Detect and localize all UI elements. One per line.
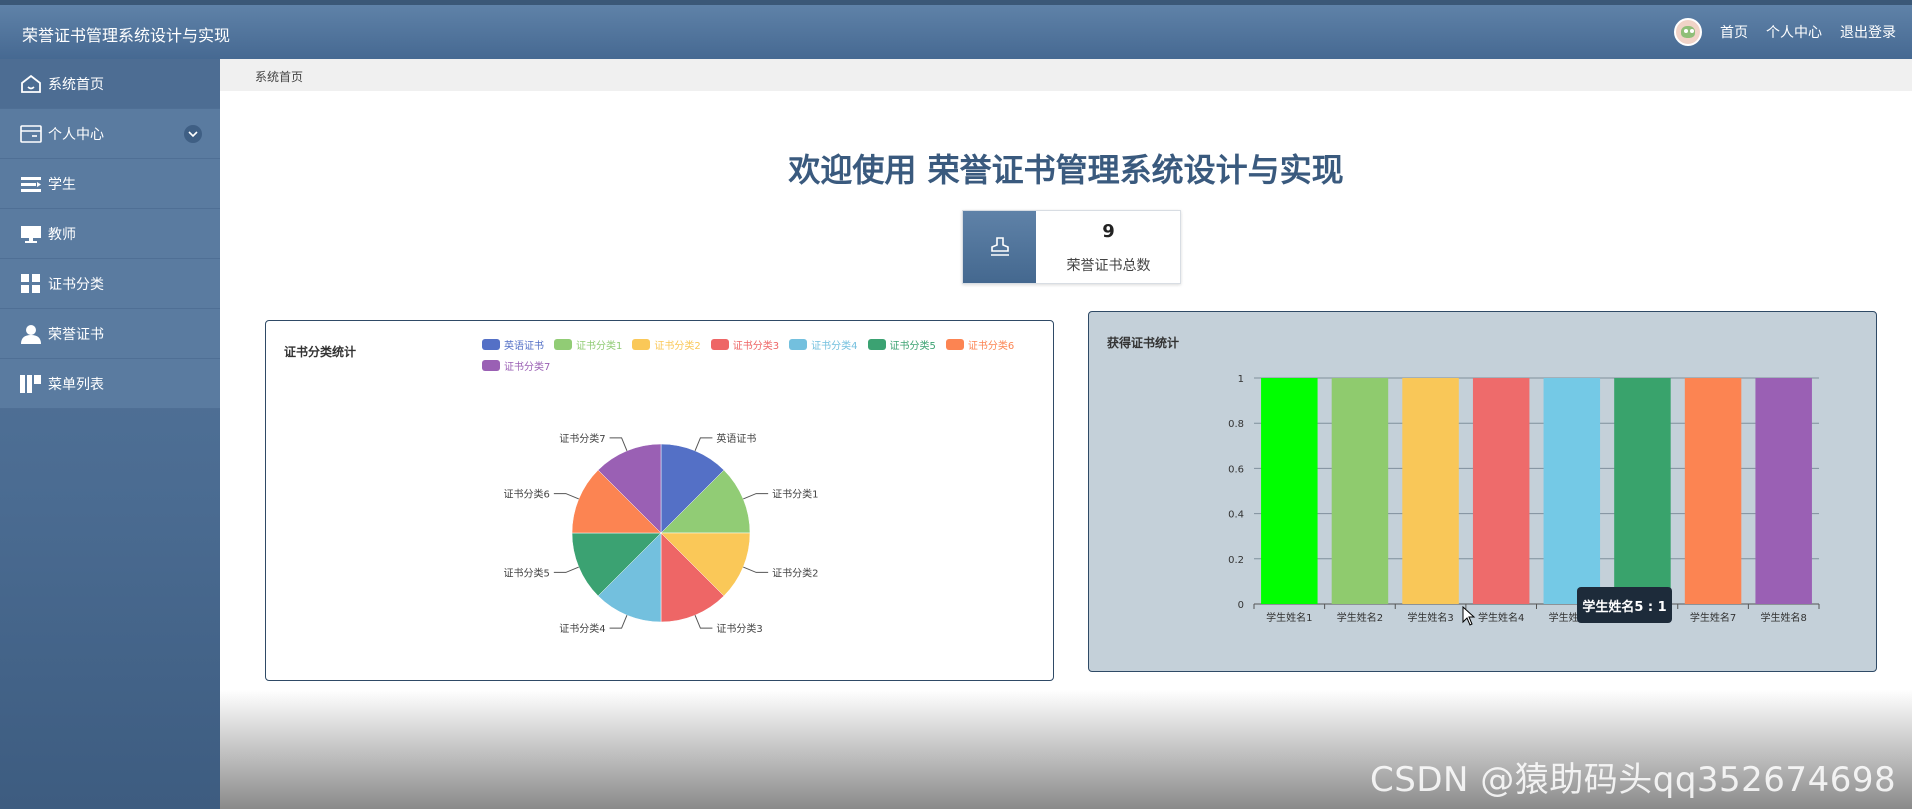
bar[interactable] — [1614, 378, 1671, 604]
sidebar-item-certificate-category[interactable]: 证书分类 — [0, 259, 220, 309]
pie-slice-label: 英语证书 — [716, 432, 756, 445]
bar[interactable] — [1755, 378, 1812, 604]
pie-label-line — [743, 493, 769, 500]
pie-slice-label: 证书分类4 — [559, 622, 605, 635]
sidebar: 系统首页 个人中心 学生 教师 证书分类 荣誉证书 菜单列表 — [0, 59, 220, 809]
pie-label-line — [609, 437, 628, 451]
watermark: CSDN @猿助码头qq352674698 — [1370, 760, 1897, 800]
pie-label-line — [694, 615, 713, 629]
chevron-down-icon[interactable] — [184, 125, 202, 143]
y-tick-label: 0.6 — [1228, 464, 1244, 475]
pie-slice-label: 证书分类3 — [716, 622, 762, 635]
pie-slice-label: 证书分类7 — [559, 432, 605, 445]
y-tick-label: 0.8 — [1228, 419, 1244, 430]
sidebar-item-honor-certificate[interactable]: 荣誉证书 — [0, 309, 220, 359]
pie-chart: 英语证书证书分类1 证书分类2 证书分类3 证书分类4 证书分类5 证书分类6 证书分类7 — [503, 432, 818, 635]
sidebar-item-home[interactable]: 系统首页 — [0, 59, 220, 109]
x-tick-label: 学生姓名8 — [1761, 611, 1807, 624]
app-title: 荣誉证书管理系统设计与实现 — [22, 26, 231, 45]
x-tick-label: 学生姓名7 — [1690, 611, 1736, 624]
bar[interactable] — [1402, 378, 1459, 604]
sidebar-item-label: 菜单列表 — [48, 376, 104, 393]
x-tick-label: 学生姓名4 — [1478, 611, 1524, 624]
avatar[interactable] — [1674, 18, 1702, 46]
pie-slice-label: 证书分类1 — [772, 488, 818, 501]
stat-label: 荣誉证书总数 — [1066, 258, 1151, 274]
breadcrumb-item[interactable]: 系统首页 — [255, 68, 303, 85]
stamp-icon — [963, 211, 1036, 283]
wallet-icon — [20, 123, 42, 145]
sidebar-item-label: 个人中心 — [48, 126, 104, 143]
sidebar-item-student[interactable]: 学生 — [0, 159, 220, 209]
top-navbar: 荣誉证书管理系统设计与实现 首页 个人中心 退出登录 — [0, 0, 1912, 59]
user-icon — [20, 323, 42, 345]
bar-chart-panel: 获得证书统计 0 0.2 0.4 0.6 0.8 1 学生姓名1 学生姓名2 学生姓名3 学生姓名… — [1088, 311, 1877, 672]
pie-slice-label: 证书分类6 — [503, 488, 549, 501]
bar[interactable] — [1543, 378, 1601, 604]
sidebar-item-personal-center[interactable]: 个人中心 — [0, 109, 220, 159]
home-icon — [20, 73, 42, 95]
sidebar-item-label: 系统首页 — [48, 76, 104, 93]
y-tick-label: 0.2 — [1228, 555, 1244, 566]
sidebar-item-menu-list[interactable]: 菜单列表 — [0, 359, 220, 409]
stat-card: 9 荣誉证书总数 — [962, 210, 1181, 284]
pie-chart-panel: 证书分类统计 英语证书 证书分类1 证书分类2 证书分类3 证书分类4 证书分类5 证书分类… — [265, 320, 1054, 681]
monitor-icon — [20, 223, 42, 245]
book-icon — [20, 373, 42, 395]
pie-label-line — [694, 437, 713, 451]
top-right-menu: 首页 个人中心 退出登录 — [1674, 18, 1896, 46]
sidebar-item-teacher[interactable]: 教师 — [0, 209, 220, 259]
sidebar-item-label: 教师 — [48, 226, 76, 243]
bar[interactable] — [1472, 378, 1530, 604]
bar[interactable] — [1261, 378, 1318, 604]
sidebar-item-label: 学生 — [48, 176, 76, 193]
bar-chart: 00.20.40.60.81学生姓名1 学生姓名2 学生姓名3 学生姓名4 学生姓名5 学… — [1228, 374, 1820, 624]
pie-label-line — [553, 493, 579, 500]
list-icon — [20, 173, 42, 195]
sidebar-item-label: 证书分类 — [48, 276, 104, 293]
mouse-cursor-icon — [1462, 606, 1476, 626]
x-tick-label: 学生姓名1 — [1266, 611, 1312, 624]
bar[interactable] — [1684, 378, 1742, 604]
x-tick-label: 学生姓名3 — [1407, 611, 1453, 624]
y-tick-label: 0 — [1238, 600, 1244, 611]
x-tick-label: 学生姓名2 — [1337, 611, 1383, 624]
pie-slice-label: 证书分类5 — [503, 566, 549, 579]
pie-label-line — [743, 566, 769, 573]
chart-tooltip: 学生姓名5 : 1 — [1577, 587, 1672, 623]
pie-label-line — [609, 615, 628, 629]
breadcrumb: 系统首页 — [220, 59, 1912, 91]
y-tick-label: 0.4 — [1228, 510, 1244, 521]
profile-link[interactable]: 个人中心 — [1766, 22, 1822, 42]
logout-link[interactable]: 退出登录 — [1840, 22, 1896, 42]
pie-label-line — [553, 566, 579, 573]
pie-slice-label: 证书分类2 — [772, 566, 818, 579]
bar[interactable] — [1331, 378, 1389, 604]
stat-value: 9 — [1102, 221, 1115, 242]
home-link[interactable]: 首页 — [1720, 22, 1748, 42]
grid-icon — [20, 273, 42, 295]
page-title: 欢迎使用 荣誉证书管理系统设计与实现 — [788, 151, 1344, 189]
y-tick-label: 1 — [1238, 374, 1244, 385]
sidebar-item-label: 荣誉证书 — [48, 326, 104, 343]
